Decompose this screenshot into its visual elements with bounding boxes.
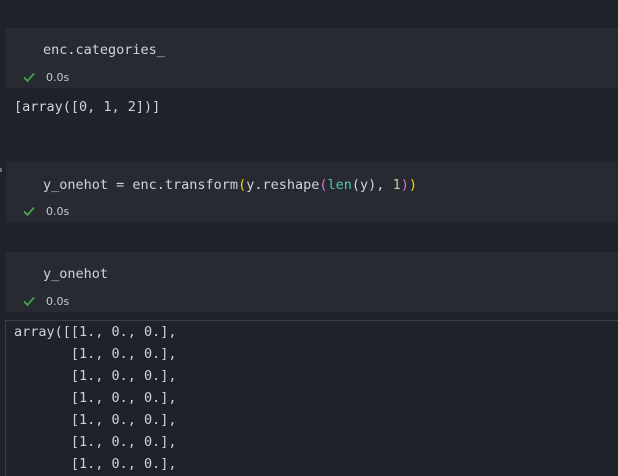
bracket: (	[319, 177, 328, 193]
bracket: )	[408, 177, 417, 193]
code-cell-2[interactable]: y_onehot = enc.transform(y.reshape(len(y…	[6, 162, 618, 222]
cell-1-output: [array([0, 1, 2])]	[14, 99, 161, 115]
cell-1-code[interactable]: enc.categories_	[43, 41, 165, 59]
output-line-4: [1., 0., 0.],	[14, 390, 177, 406]
execution-time: 0.0s	[46, 70, 70, 84]
cell-3-output-area[interactable]: array([[1., 0., 0.], [1., 0., 0.], [1., …	[5, 320, 618, 476]
builtin-token: len	[327, 177, 352, 193]
check-icon	[23, 296, 35, 307]
number-token: 1	[392, 177, 401, 193]
output-line-2: [1., 0., 0.],	[14, 346, 177, 362]
output-line-7: [1., 0., 0.],	[14, 456, 177, 472]
check-icon	[23, 206, 35, 217]
code-cell-1[interactable]: enc.categories_ 0.0s	[6, 28, 618, 88]
cell-2-status: 0.0s	[22, 203, 69, 219]
code-token: ,	[376, 177, 393, 193]
cell-2-code[interactable]: y_onehot = enc.transform(y.reshape(len(y…	[43, 176, 417, 194]
cell-3-status: 0.0s	[22, 293, 69, 309]
bracket: (	[238, 177, 247, 193]
output-line-5: [1., 0., 0.],	[14, 412, 177, 428]
bracket: )	[400, 177, 409, 193]
notebook-page: enc.categories_ 0.0s [array([0, 1, 2])] …	[0, 0, 618, 476]
output-line-1: array([[1., 0., 0.],	[14, 324, 177, 340]
code-cell-3[interactable]: y_onehot 0.0s	[6, 252, 618, 312]
code-token: y_onehot = enc.transform	[43, 177, 239, 193]
check-icon	[23, 72, 35, 83]
execution-time: 0.0s	[46, 294, 70, 308]
code-token: y.reshape	[246, 177, 320, 193]
cell-1-status: 0.0s	[22, 69, 69, 85]
code-token: (y)	[351, 177, 377, 193]
cell-gutter-marker	[0, 168, 2, 172]
execution-time: 0.0s	[46, 204, 70, 218]
cell-3-code[interactable]: y_onehot	[43, 265, 108, 283]
output-line-3: [1., 0., 0.],	[14, 368, 177, 384]
output-line-6: [1., 0., 0.],	[14, 434, 177, 450]
